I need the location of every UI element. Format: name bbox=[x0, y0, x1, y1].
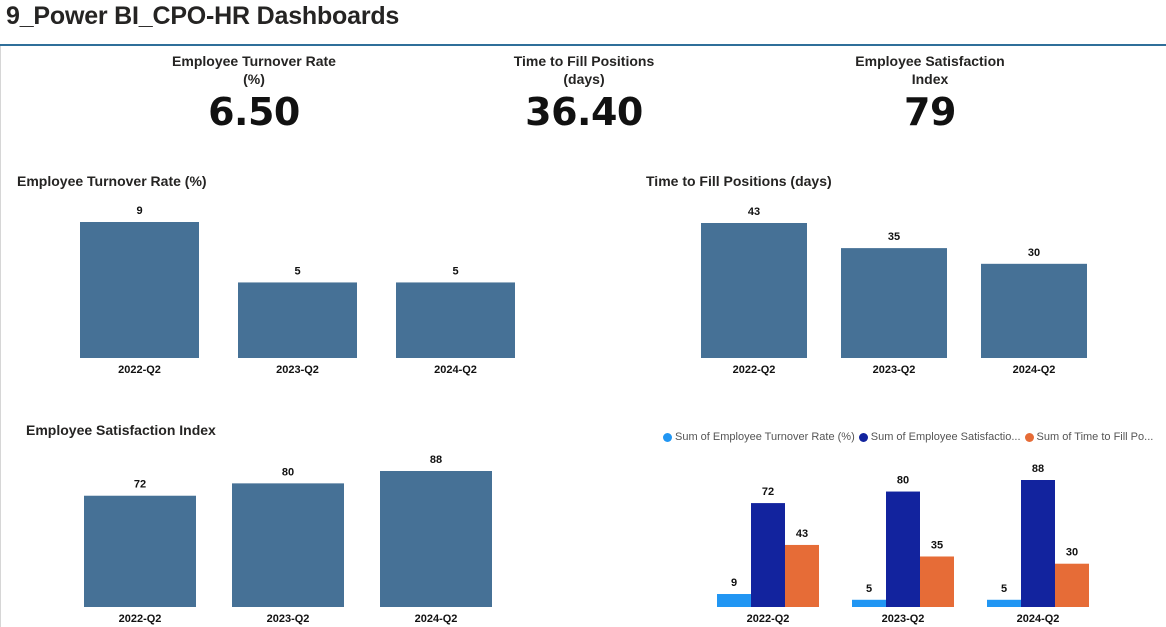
data-label: 88 bbox=[1032, 463, 1044, 475]
data-label: 72 bbox=[134, 479, 146, 491]
data-label: 35 bbox=[888, 231, 900, 243]
page-title: 9_Power BI_CPO-HR Dashboards bbox=[6, 2, 400, 30]
clustered-bar-chart[interactable]: 9 72 43 2022-Q2 5 80 35 2023-Q2 5 88 30 2024-Q2 bbox=[620, 452, 1166, 627]
bar[interactable] bbox=[232, 483, 344, 607]
kpi-card-satisfaction[interactable]: Employee Satisfaction Index 79 bbox=[800, 52, 1060, 134]
legend-dot-icon bbox=[858, 432, 868, 442]
kpi-label: Time to Fill Positions bbox=[513, 53, 655, 69]
bar[interactable] bbox=[987, 599, 1021, 607]
data-label: 80 bbox=[897, 475, 909, 487]
kpi-label: Employee Turnover Rate bbox=[172, 53, 336, 69]
legend-label: Sum of Employee Satisfactio... bbox=[870, 431, 1021, 443]
data-label: 80 bbox=[282, 466, 294, 478]
legend-dot-icon bbox=[1024, 432, 1034, 442]
x-tick-label: 2023-Q2 bbox=[276, 364, 319, 376]
bar[interactable] bbox=[238, 282, 357, 358]
x-tick-label: 2024-Q2 bbox=[434, 364, 477, 376]
bar[interactable] bbox=[751, 503, 785, 607]
bar[interactable] bbox=[841, 248, 947, 358]
data-label: 35 bbox=[931, 539, 943, 551]
bar[interactable] bbox=[717, 594, 751, 607]
x-tick-label: 2023-Q2 bbox=[873, 364, 916, 376]
legend-label: Sum of Time to Fill Po... bbox=[1036, 431, 1154, 443]
bar[interactable] bbox=[785, 544, 819, 607]
kpi-label-unit: (days) bbox=[563, 71, 605, 87]
data-label: 5 bbox=[294, 265, 300, 277]
bar[interactable] bbox=[1055, 563, 1089, 607]
turnover-bar-chart[interactable]: 9 2022-Q2 5 2023-Q2 5 2024-Q2 bbox=[0, 195, 580, 385]
bar[interactable] bbox=[84, 495, 196, 607]
x-tick-label: 2022-Q2 bbox=[733, 364, 776, 376]
kpi-label: Employee Satisfaction bbox=[855, 53, 1005, 69]
bar[interactable] bbox=[396, 282, 515, 358]
kpi-value: 36.40 bbox=[525, 90, 643, 134]
kpi-card-time-to-fill[interactable]: Time to Fill Positions (days) 36.40 bbox=[454, 52, 714, 134]
kpi-value: 6.50 bbox=[208, 90, 300, 134]
data-label: 43 bbox=[748, 206, 760, 218]
fill-bar-chart[interactable]: 43 2022-Q2 35 2023-Q2 30 2024-Q2 bbox=[620, 195, 1166, 385]
legend-item-satisfaction[interactable]: Sum of Employee Satisfactio... bbox=[858, 431, 1021, 443]
data-label: 43 bbox=[796, 528, 808, 540]
kpi-value: 79 bbox=[904, 90, 956, 134]
x-tick-label: 2022-Q2 bbox=[118, 364, 161, 376]
x-tick-label: 2023-Q2 bbox=[882, 613, 925, 625]
data-label: 30 bbox=[1028, 247, 1040, 259]
x-tick-label: 2022-Q2 bbox=[119, 613, 162, 625]
kpi-label-unit: Index bbox=[911, 71, 949, 87]
data-label: 30 bbox=[1066, 547, 1078, 559]
kpi-label-unit: (%) bbox=[243, 71, 265, 87]
bar[interactable] bbox=[920, 556, 954, 607]
bar[interactable] bbox=[701, 223, 807, 358]
data-label: 5 bbox=[866, 583, 872, 595]
legend-item-time-to-fill[interactable]: Sum of Time to Fill Po... bbox=[1024, 431, 1154, 443]
legend-item-turnover[interactable]: Sum of Employee Turnover Rate (%) bbox=[663, 431, 855, 443]
legend-dot-icon bbox=[663, 432, 672, 442]
data-label: 72 bbox=[762, 486, 774, 498]
x-tick-label: 2022-Q2 bbox=[747, 613, 790, 625]
bar[interactable] bbox=[852, 599, 886, 607]
title-divider bbox=[0, 44, 1166, 46]
chart-legend: Sum of Employee Turnover Rate (%) Sum of… bbox=[663, 431, 1157, 443]
x-tick-label: 2023-Q2 bbox=[267, 613, 310, 625]
bar[interactable] bbox=[981, 263, 1087, 358]
legend-label: Sum of Employee Turnover Rate (%) bbox=[675, 431, 855, 443]
x-tick-label: 2024-Q2 bbox=[415, 613, 458, 625]
kpi-card-turnover[interactable]: Employee Turnover Rate (%) 6.50 bbox=[124, 52, 384, 134]
data-label: 5 bbox=[452, 265, 458, 277]
turnover-chart-title: Employee Turnover Rate (%) bbox=[17, 173, 207, 189]
bar[interactable] bbox=[886, 491, 920, 607]
data-label: 5 bbox=[1001, 583, 1007, 595]
bar[interactable] bbox=[1021, 480, 1055, 607]
bar[interactable] bbox=[80, 222, 199, 358]
data-label: 9 bbox=[731, 577, 737, 589]
satisfaction-chart-title: Employee Satisfaction Index bbox=[26, 422, 216, 438]
data-label: 88 bbox=[430, 454, 442, 466]
data-label: 9 bbox=[136, 205, 142, 217]
satisfaction-bar-chart[interactable]: 72 2022-Q2 80 2023-Q2 88 2024-Q2 bbox=[0, 445, 580, 627]
x-tick-label: 2024-Q2 bbox=[1017, 613, 1060, 625]
fill-chart-title: Time to Fill Positions (days) bbox=[646, 173, 832, 189]
x-tick-label: 2024-Q2 bbox=[1013, 364, 1056, 376]
bar[interactable] bbox=[380, 471, 492, 607]
